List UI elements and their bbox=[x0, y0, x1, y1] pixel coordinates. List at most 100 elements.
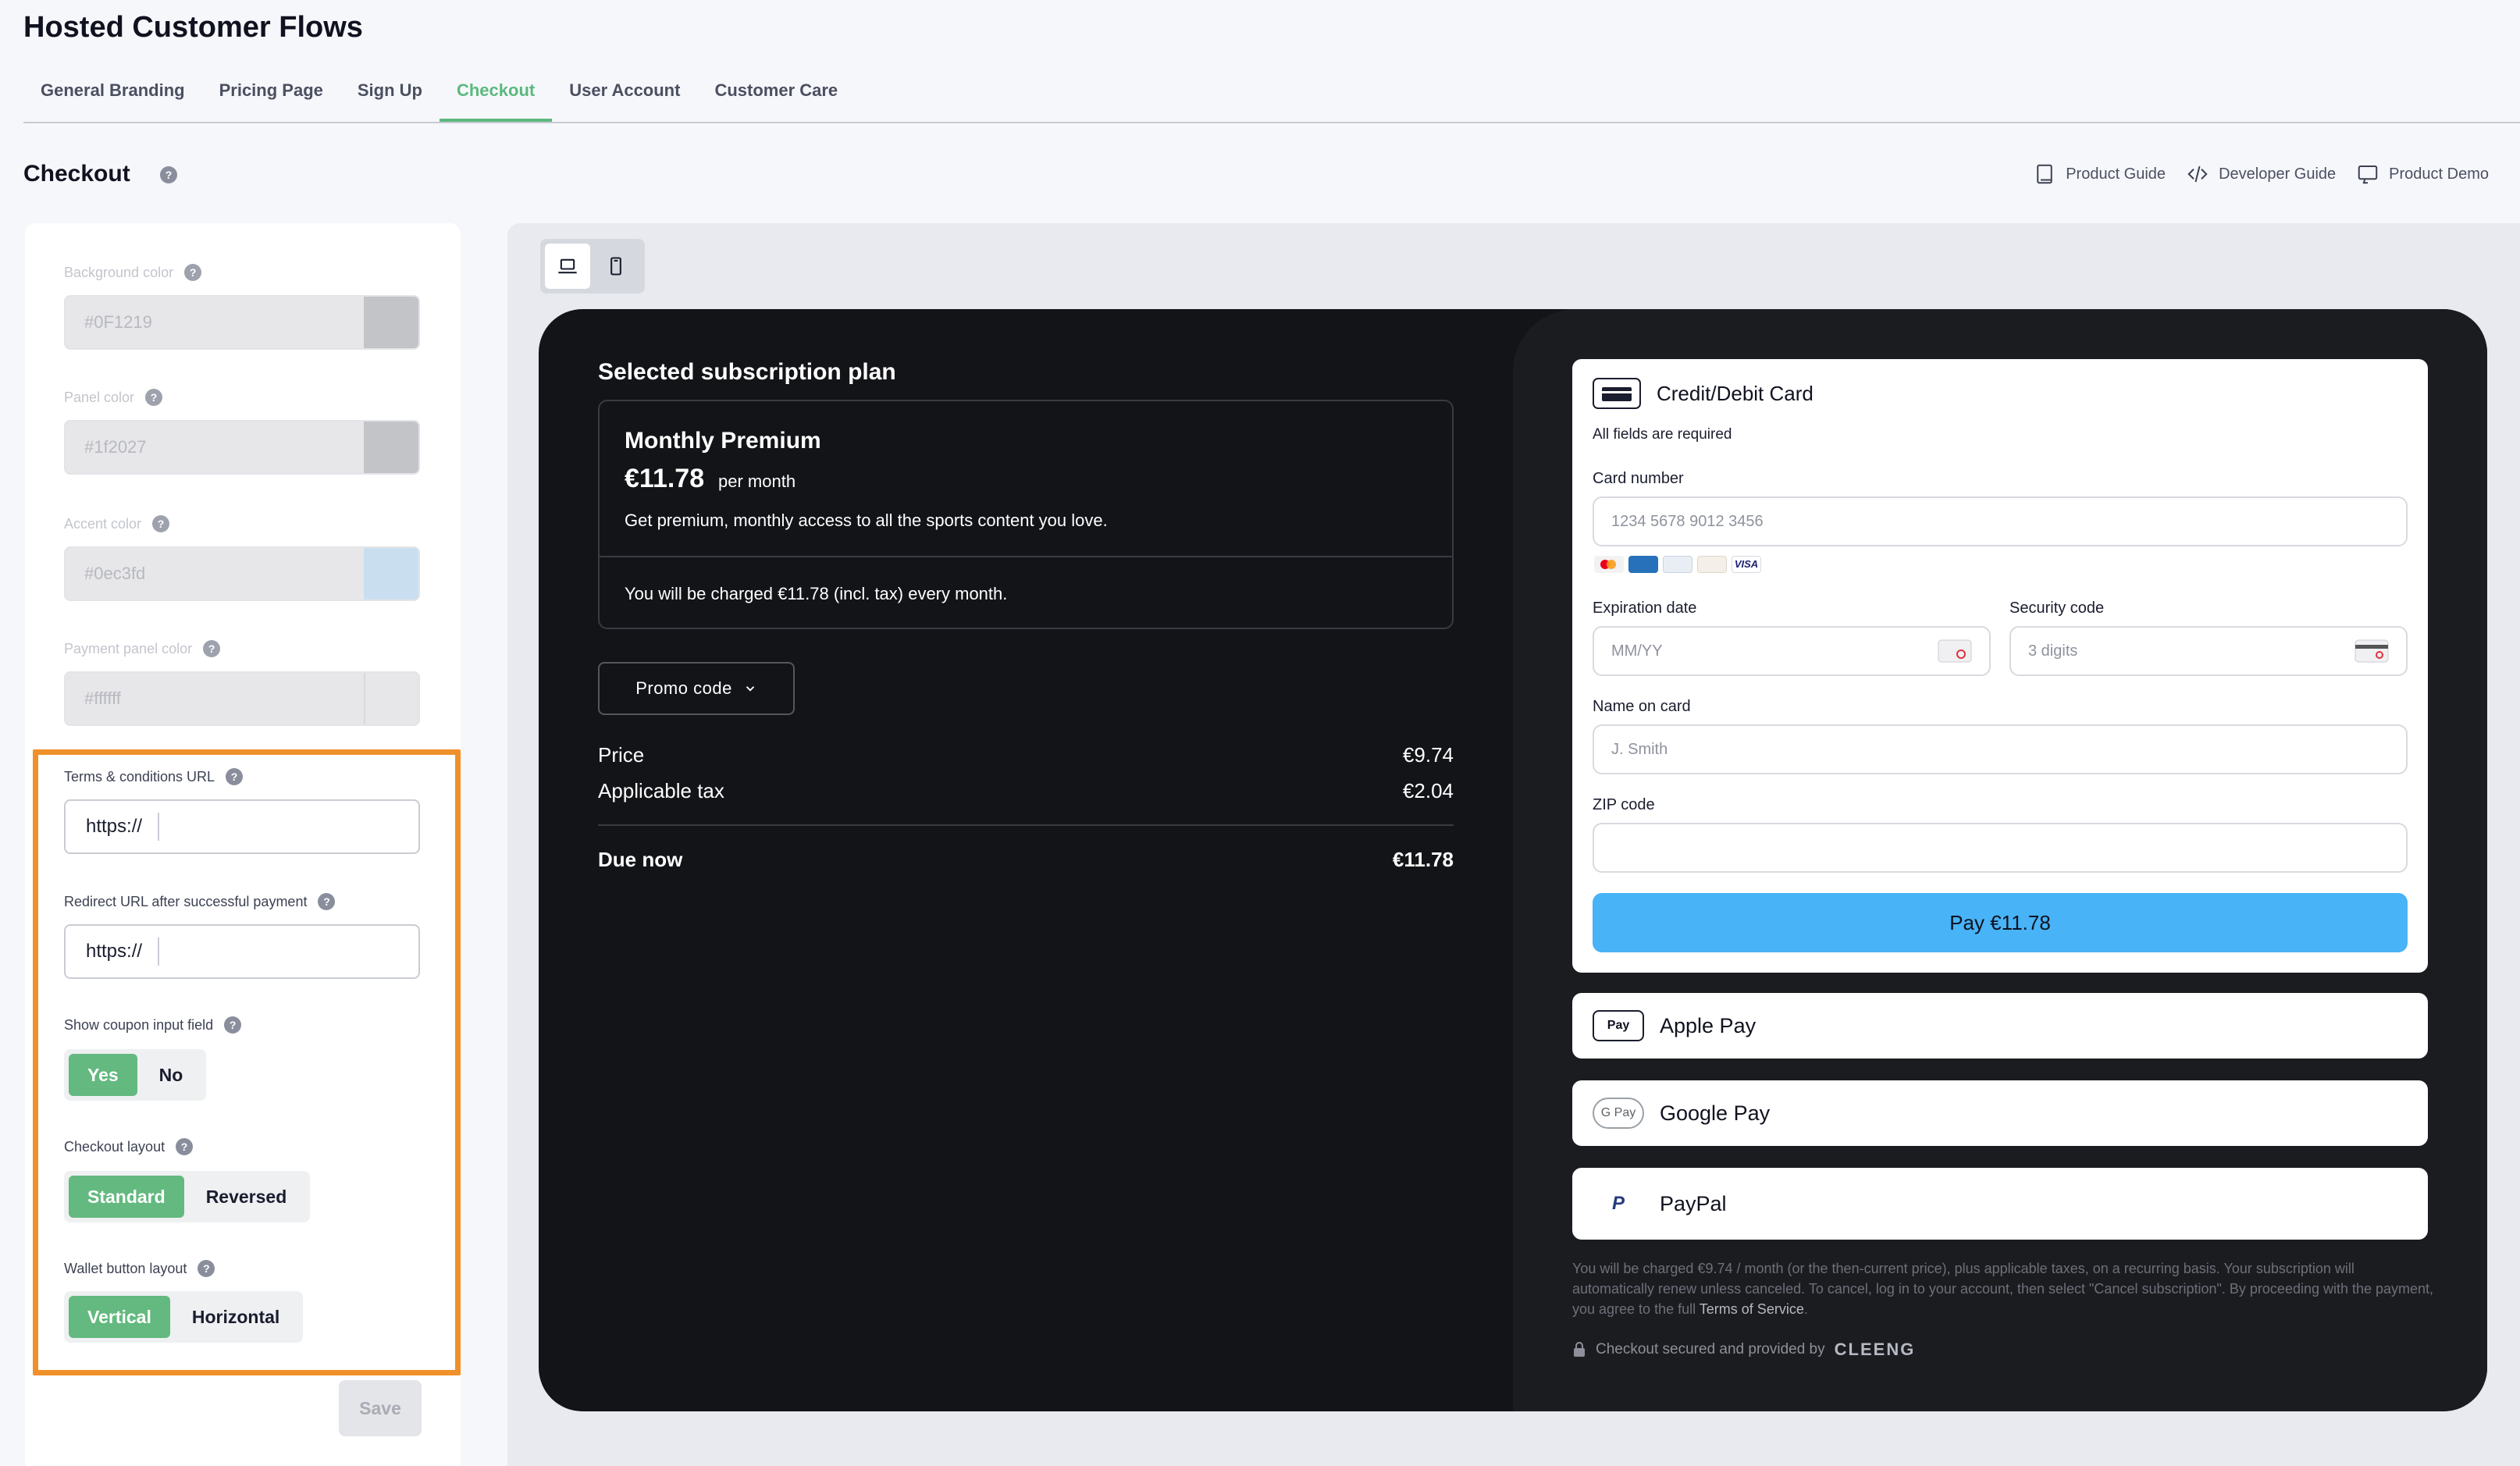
panel-color-label: Panel color ? bbox=[64, 389, 163, 406]
wallet-layout-toggle: Vertical Horizontal bbox=[64, 1291, 304, 1343]
due-value: €11.78 bbox=[1392, 848, 1454, 871]
tab-user-account[interactable]: User Account bbox=[552, 77, 697, 122]
promo-code-button[interactable]: Promo code bbox=[598, 662, 795, 715]
app-title: Hosted Customer Flows bbox=[23, 11, 363, 44]
monitor-icon bbox=[2358, 165, 2378, 184]
accent-color-input[interactable]: #0ec3fd bbox=[64, 546, 420, 601]
chevron-down-icon bbox=[746, 686, 754, 692]
secured-notice: Checkout secured and provided by CLEENG bbox=[1572, 1340, 1915, 1360]
apple-pay-button[interactable]: Pay Apple Pay bbox=[1572, 993, 2428, 1059]
payment-panel-color-input[interactable]: #ffffff bbox=[64, 671, 420, 726]
layout-reversed-button[interactable]: Reversed bbox=[187, 1176, 306, 1218]
checkout-layout-label-text: Checkout layout bbox=[64, 1138, 166, 1155]
pay-button[interactable]: Pay €11.78 bbox=[1593, 893, 2408, 952]
panel-color-swatch[interactable] bbox=[364, 422, 418, 473]
paypal-button[interactable]: P PayPal bbox=[1572, 1168, 2428, 1240]
card-cvc-icon bbox=[2354, 639, 2389, 663]
product-demo-label: Product Demo bbox=[2389, 165, 2489, 183]
desktop-view-button[interactable] bbox=[545, 244, 590, 289]
terms-url-label: Terms & conditions URL ? bbox=[64, 768, 244, 785]
phone-icon bbox=[610, 257, 621, 276]
tab-customer-care[interactable]: Customer Care bbox=[697, 77, 855, 122]
page-title-text: Checkout bbox=[23, 161, 130, 187]
product-demo-link[interactable]: Product Demo bbox=[2356, 162, 2489, 186]
expiry-input[interactable]: MM/YY bbox=[1593, 626, 1991, 676]
help-icon[interactable]: ? bbox=[176, 1138, 194, 1155]
device-toggle bbox=[540, 239, 645, 294]
tab-sign-up[interactable]: Sign Up bbox=[340, 77, 440, 122]
tab-checkout[interactable]: Checkout bbox=[439, 77, 553, 122]
save-button[interactable]: Save bbox=[339, 1380, 422, 1436]
paypal-label: PayPal bbox=[1660, 1191, 1727, 1215]
layout-standard-button[interactable]: Standard bbox=[69, 1176, 184, 1218]
product-guide-link[interactable]: Product Guide bbox=[2033, 162, 2166, 186]
plan-description: Get premium, monthly access to all the s… bbox=[625, 511, 1108, 530]
help-icon[interactable]: ? bbox=[226, 768, 244, 785]
help-icon[interactable]: ? bbox=[318, 893, 336, 910]
help-icon[interactable]: ? bbox=[198, 1260, 215, 1277]
checkout-layout-toggle: Standard Reversed bbox=[64, 1171, 311, 1222]
card-brands: VISA bbox=[1594, 556, 1761, 573]
book-icon bbox=[2037, 164, 2052, 184]
text-caret bbox=[158, 813, 160, 841]
wallet-layout-label: Wallet button layout ? bbox=[64, 1260, 215, 1277]
developer-guide-link[interactable]: Developer Guide bbox=[2186, 162, 2336, 186]
help-icon[interactable]: ? bbox=[184, 264, 202, 281]
coupon-yes-button[interactable]: Yes bbox=[69, 1054, 137, 1096]
help-icon[interactable]: ? bbox=[145, 389, 163, 406]
expiry-label: Expiration date bbox=[1593, 600, 1697, 617]
background-color-swatch[interactable] bbox=[364, 297, 418, 348]
card-number-input[interactable]: 1234 5678 9012 3456 bbox=[1593, 496, 2408, 546]
terms-of-service-link[interactable]: Terms of Service bbox=[1700, 1301, 1804, 1317]
subscription-heading: Selected subscription plan bbox=[598, 359, 896, 385]
card-header: Credit/Debit Card bbox=[1593, 378, 1813, 409]
accent-color-swatch[interactable] bbox=[364, 548, 418, 600]
help-icon[interactable]: ? bbox=[224, 1016, 242, 1034]
redirect-url-input[interactable]: https:// bbox=[64, 924, 420, 979]
name-on-card-label: Name on card bbox=[1593, 698, 1691, 715]
zip-code-input[interactable] bbox=[1593, 823, 2408, 873]
laptop-icon bbox=[558, 258, 577, 274]
mastercard-icon bbox=[1594, 556, 1624, 573]
help-icon[interactable]: ? bbox=[203, 640, 221, 657]
wallet-vertical-button[interactable]: Vertical bbox=[69, 1296, 170, 1338]
google-pay-icon: G Pay bbox=[1593, 1098, 1644, 1129]
payment-panel-color-label: Payment panel color ? bbox=[64, 640, 221, 657]
tab-bar: General Branding Pricing Page Sign Up Ch… bbox=[23, 77, 855, 123]
coupon-no-button[interactable]: No bbox=[141, 1054, 202, 1096]
plan-charge-note: You will be charged €11.78 (incl. tax) e… bbox=[625, 584, 1008, 603]
panel-color-value: #1f2027 bbox=[84, 437, 147, 457]
tab-pricing-page[interactable]: Pricing Page bbox=[202, 77, 340, 122]
security-code-input[interactable]: 3 digits bbox=[2009, 626, 2408, 676]
lock-icon bbox=[1574, 1342, 1585, 1357]
wallet-horizontal-button[interactable]: Horizontal bbox=[173, 1296, 298, 1338]
card-number-placeholder: 1234 5678 9012 3456 bbox=[1611, 512, 1764, 530]
legal-notice: You will be charged €9.74 / month (or th… bbox=[1572, 1258, 2439, 1319]
tax-value: €2.04 bbox=[1402, 779, 1454, 802]
tab-divider bbox=[23, 122, 2520, 123]
plan-name: Monthly Premium bbox=[625, 428, 821, 454]
mobile-view-button[interactable] bbox=[593, 244, 639, 289]
payment-panel-color-swatch[interactable] bbox=[364, 673, 418, 724]
apple-pay-icon: Pay bbox=[1593, 1010, 1644, 1041]
panel-color-input[interactable]: #1f2027 bbox=[64, 420, 420, 475]
security-code-placeholder: 3 digits bbox=[2028, 642, 2078, 660]
help-icon[interactable]: ? bbox=[152, 515, 170, 532]
zip-code-label: ZIP code bbox=[1593, 796, 1655, 813]
tab-general-branding[interactable]: General Branding bbox=[23, 77, 202, 122]
amex-icon bbox=[1628, 556, 1658, 573]
background-color-input[interactable]: #0F1219 bbox=[64, 295, 420, 350]
name-on-card-input[interactable]: J. Smith bbox=[1593, 724, 2408, 774]
price-label: Price bbox=[598, 743, 645, 767]
secured-text: Checkout secured and provided by bbox=[1596, 1341, 1825, 1357]
coupon-field-label-text: Show coupon input field bbox=[64, 1016, 214, 1033]
paypal-icon: P bbox=[1611, 1193, 1625, 1214]
terms-url-input[interactable]: https:// bbox=[64, 799, 420, 854]
plan-period: per month bbox=[718, 471, 796, 491]
help-icon[interactable]: ? bbox=[160, 166, 178, 184]
product-guide-label: Product Guide bbox=[2066, 165, 2166, 183]
credit-card-icon bbox=[1593, 378, 1641, 409]
google-pay-button[interactable]: G Pay Google Pay bbox=[1572, 1080, 2428, 1146]
plan-divider bbox=[600, 556, 1452, 557]
text-caret bbox=[158, 938, 160, 966]
